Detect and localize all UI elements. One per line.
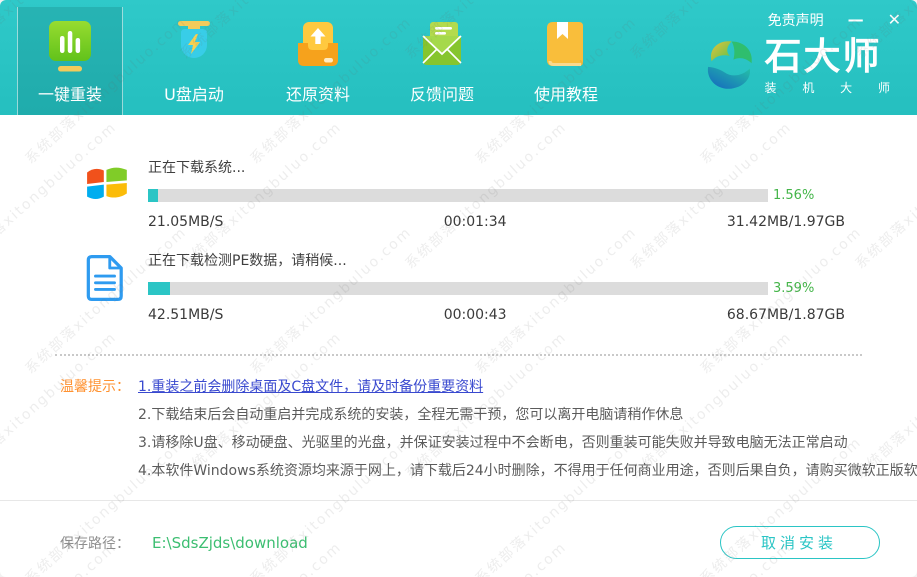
restore-box-icon	[294, 19, 342, 77]
windows-logo-icon	[85, 157, 148, 230]
feedback-envelope-icon	[418, 19, 466, 77]
cancel-install-button[interactable]: 取消安装	[720, 526, 880, 559]
dotted-divider	[55, 354, 862, 356]
header-bar: 一键重装 U盘启动	[0, 0, 917, 115]
tips-section: 温馨提示： 1.重装之前会删除桌面及C盘文件，请及时备份重要资料 2.下载结束后…	[60, 373, 917, 485]
usb-drive-icon	[170, 19, 218, 77]
tip-item-auto-restart: 2.下载结束后会自动重启并完成系统的安装，全程无需干预，您可以离开电脑请稍作休息	[138, 401, 917, 429]
progress-bar-track	[148, 282, 768, 295]
tab-label-one-key-reinstall: 一键重装	[38, 81, 102, 105]
tab-one-key-reinstall[interactable]: 一键重装	[17, 7, 123, 115]
app-window: 一键重装 U盘启动	[0, 0, 917, 577]
brand-name: 石大师	[765, 38, 901, 77]
tab-tutorial[interactable]: 使用教程	[513, 7, 619, 115]
minimize-icon[interactable]: —	[848, 12, 864, 28]
progress-bar-fill	[148, 189, 158, 202]
footer-divider	[0, 500, 917, 501]
close-icon[interactable]: ✕	[888, 12, 901, 28]
tab-label-restore-data: 还原资料	[286, 81, 350, 105]
download-speed: 42.51MB/S	[148, 307, 223, 323]
tips-list: 1.重装之前会删除桌面及C盘文件，请及时备份重要资料 2.下载结束后会自动重启并…	[138, 373, 917, 485]
brand-tagline: 装 机 大 师	[765, 79, 901, 96]
download-section-pe: 正在下载检测PE数据，请稍候... 3.59% 42.51MB/S 00:00:…	[85, 250, 845, 323]
download-size: 68.67MB/1.87GB	[727, 307, 845, 323]
save-path-row: 保存路径： E:\SdsZjds\download	[60, 533, 308, 553]
save-path-label: 保存路径：	[60, 533, 130, 553]
download-size: 31.42MB/1.97GB	[727, 214, 845, 230]
progress-bar-fill	[148, 282, 170, 295]
tab-label-feedback: 反馈问题	[410, 81, 474, 105]
download-time: 00:01:34	[444, 214, 507, 230]
tab-label-tutorial: 使用教程	[534, 81, 598, 105]
brand-logo: 石大师 装 机 大 师	[699, 36, 901, 98]
download-title: 正在下载系统...	[148, 157, 845, 177]
download-section-system: 正在下载系统... 1.56% 21.05MB/S 00:01:34 31.42…	[85, 157, 845, 230]
tip-item-backup[interactable]: 1.重装之前会删除桌面及C盘文件，请及时备份重要资料	[138, 373, 917, 401]
progress-percent: 3.59%	[773, 281, 814, 296]
tab-usb-boot[interactable]: U盘启动	[141, 7, 247, 115]
download-speed: 21.05MB/S	[148, 214, 223, 230]
save-path-value: E:\SdsZjds\download	[152, 534, 308, 552]
nav-tabs: 一键重装 U盘启动	[17, 7, 619, 115]
pe-document-icon	[85, 250, 148, 323]
tips-label: 温馨提示：	[60, 373, 138, 485]
brand-swirl-icon	[699, 36, 757, 98]
book-icon	[542, 19, 590, 77]
tab-restore-data[interactable]: 还原资料	[265, 7, 371, 115]
disclaimer-link[interactable]: 免责声明	[768, 10, 824, 30]
bar-chart-icon	[46, 19, 94, 77]
progress-percent: 1.56%	[773, 188, 814, 203]
download-title: 正在下载检测PE数据，请稍候...	[148, 250, 845, 270]
tab-feedback[interactable]: 反馈问题	[389, 7, 495, 115]
download-time: 00:00:43	[444, 307, 507, 323]
tip-item-remove-usb: 3.请移除U盘、移动硬盘、光驱里的光盘，并保证安装过程中不会断电，否则重装可能失…	[138, 429, 917, 457]
tip-item-license: 4.本软件Windows系统资源均来源于网上，请下载后24小时删除，不得用于任何…	[138, 457, 917, 485]
window-controls: 免责声明 — ✕	[768, 10, 901, 30]
tab-label-usb-boot: U盘启动	[164, 81, 224, 105]
progress-bar-track	[148, 189, 768, 202]
